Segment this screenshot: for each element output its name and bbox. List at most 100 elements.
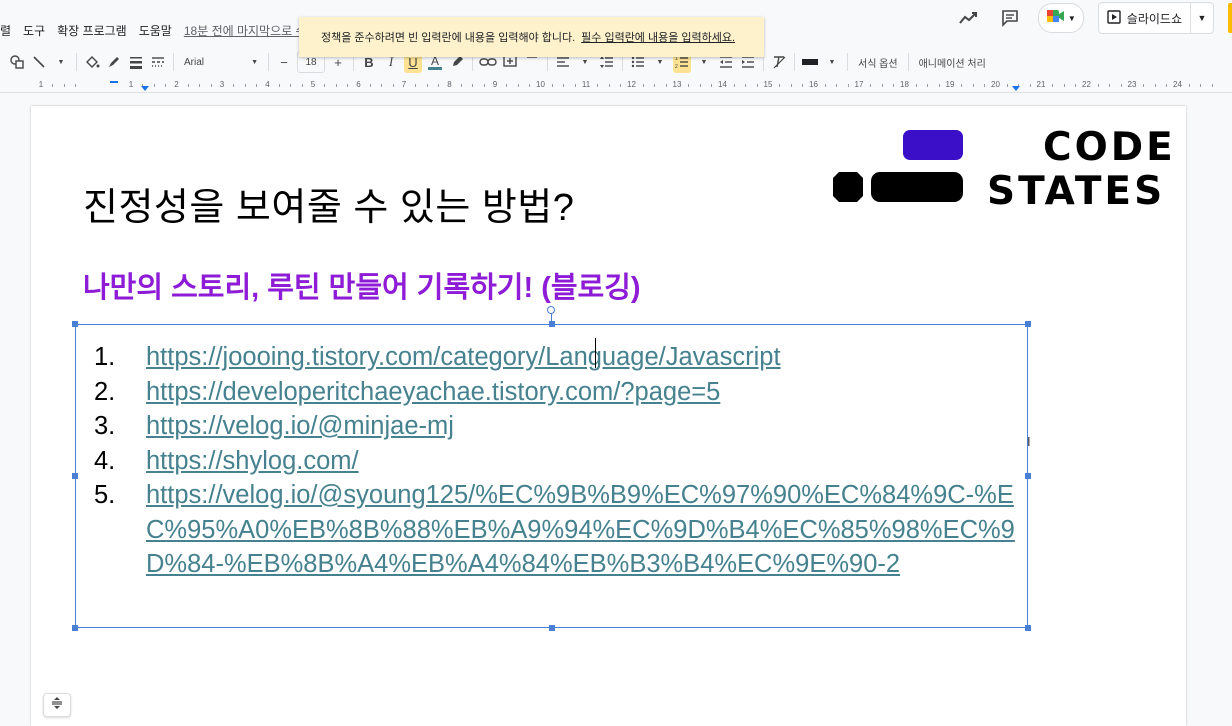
slideshow-button[interactable]: 슬라이드쇼 ▼ (1097, 2, 1214, 34)
ruler-tick (301, 84, 303, 87)
horizontal-ruler[interactable]: 1 1 2 3 4 5 6 7 8 9 10 11 12 13 14 15 16 17 18 19 20 21 22 23 24 (0, 78, 1232, 93)
blog-link[interactable]: https://shylog.com/ (146, 444, 1021, 479)
ruler-tick (972, 84, 974, 87)
border-color-icon[interactable] (105, 51, 123, 73)
slideshow-dropdown-icon[interactable]: ▼ (1191, 3, 1213, 33)
menu-item-extensions[interactable]: 확장 프로그램 (57, 22, 127, 39)
blog-link[interactable]: https://developeritchaeyachae.tistory.co… (146, 375, 1021, 410)
shape-icon[interactable] (8, 51, 26, 73)
resize-handle-e[interactable] (1025, 473, 1031, 479)
list-number: 3. (94, 412, 116, 440)
ruler-tick (347, 84, 349, 87)
autofit-options-button[interactable] (43, 693, 71, 717)
comment-history-icon[interactable] (996, 4, 1024, 32)
ruler-tick (165, 84, 167, 87)
ruler-tick (961, 84, 963, 87)
decrease-font-size-button[interactable]: − (275, 51, 293, 73)
fill-color-icon[interactable] (83, 51, 101, 73)
blog-link[interactable]: https://joooing.tistory.com/category/Lan… (146, 340, 1021, 375)
resize-handle-sw[interactable] (72, 625, 78, 631)
ruler-tick (824, 84, 826, 87)
menu-item-arrange[interactable]: 렬 (0, 22, 11, 39)
activity-dashboard-icon[interactable] (954, 4, 982, 32)
selected-text-box[interactable]: 1. https://joooing.tistory.com/category/… (72, 306, 1031, 631)
ruler-tick (278, 84, 280, 87)
ruler-track: 1 1 2 3 4 5 6 7 8 9 10 11 12 13 14 15 16 17 18 19 20 21 22 23 24 (0, 80, 1232, 91)
ruler-label: 3 (219, 80, 225, 89)
list-number: 2. (94, 377, 116, 406)
ruler-tick (529, 84, 531, 87)
blog-link-list: 1. https://joooing.tistory.com/category/… (94, 340, 1024, 582)
font-select[interactable]: Arial ▼ (180, 51, 262, 73)
list-number: 1. (94, 343, 116, 371)
ruler-tick (1006, 84, 1008, 87)
animate-button[interactable]: 애니메이션 처리 (915, 51, 990, 73)
slide-subtitle[interactable]: 나만의 스토리, 루틴 만들어 기록하기! (블로깅) (83, 264, 641, 306)
ruler-right-indent-marker[interactable] (1012, 86, 1020, 91)
border-weight-icon[interactable] (127, 51, 145, 73)
ruler-tick (1063, 84, 1065, 87)
ruler-tick (790, 84, 792, 87)
ruler-label: 6 (356, 80, 361, 89)
menu-items: 렬 도구 확장 프로그램 도움말 18분 전에 마지막으로 수 (0, 22, 307, 39)
chevron-down-icon: ▼ (251, 58, 258, 66)
slide-title[interactable]: 진정성을 보여줄 수 있는 방법? (83, 176, 574, 231)
play-icon (1107, 9, 1121, 27)
slideshow-main[interactable]: 슬라이드쇼 (1099, 3, 1191, 33)
ruler-tick (802, 84, 804, 87)
rotate-handle[interactable] (547, 306, 555, 314)
resize-handle-s[interactable] (549, 625, 555, 631)
ruler-tick (836, 84, 838, 87)
ruler-tick (654, 84, 656, 87)
resize-handle-se[interactable] (1025, 625, 1031, 631)
ruler-left-indent-marker[interactable] (141, 86, 149, 91)
ruler-label: 24 (1173, 80, 1182, 89)
format-options-button[interactable]: 서식 옵션 (854, 51, 902, 73)
resize-handle-n[interactable] (549, 321, 555, 327)
ruler-tick (574, 84, 576, 87)
ruler-tick (1188, 84, 1190, 87)
ruler-tick (63, 84, 65, 87)
chevron-down-icon[interactable]: ▼ (52, 51, 70, 73)
last-edit-link[interactable]: 18분 전에 마지막으로 수 (184, 22, 307, 39)
logo-line2: STATES (987, 169, 1166, 214)
ruler-label: 10 (536, 80, 545, 89)
resize-handle-w[interactable] (72, 473, 78, 479)
ruler-tick (415, 84, 417, 87)
blog-link[interactable]: https://velog.io/@minjae-mj (146, 409, 1021, 444)
ruler-tick (381, 84, 383, 87)
ruler-tick (779, 84, 781, 87)
slide-canvas: 진정성을 보여줄 수 있는 방법? CODE STATES 나만의 스토리, 루… (0, 93, 1232, 726)
toolbar-divider (847, 53, 848, 71)
menu-item-help[interactable]: 도움말 (139, 22, 172, 39)
border-dash-icon[interactable] (149, 51, 167, 73)
meet-button[interactable]: ▼ (1037, 3, 1084, 33)
ruler-tick (915, 84, 917, 87)
meet-icon (1046, 8, 1066, 29)
ruler-tick (984, 84, 986, 87)
menu-item-tools[interactable]: 도구 (23, 22, 45, 39)
share-button-edge[interactable] (1228, 3, 1232, 33)
slideshow-label: 슬라이드쇼 (1126, 11, 1182, 26)
clear-formatting-icon[interactable] (770, 51, 788, 73)
ruler-tick (244, 84, 246, 87)
ruler-label: 7 (401, 80, 407, 89)
line-icon[interactable] (30, 51, 48, 73)
blog-link[interactable]: https://velog.io/@syoung125/%EC%9B%B9%EC… (146, 478, 1021, 582)
resize-handle-ne[interactable] (1025, 321, 1031, 327)
ruler-tick (688, 84, 690, 87)
ruler-label: 5 (310, 80, 316, 89)
slide[interactable]: 진정성을 보여줄 수 있는 방법? CODE STATES 나만의 스토리, 루… (31, 106, 1186, 726)
resize-handle-nw[interactable] (72, 321, 78, 327)
ruler-tick (881, 84, 883, 87)
ruler-tick (426, 84, 428, 87)
ruler-first-line-indent-marker[interactable] (110, 81, 118, 83)
ruler-label: 2 (174, 80, 179, 89)
ruler-label: 8 (447, 80, 452, 89)
toast-link[interactable]: 필수 입력란에 내용을 입력하세요. (581, 29, 735, 45)
list-item: 5. https://velog.io/@syoung125/%EC%9B%B9… (94, 478, 1024, 582)
ruler-label: 23 (1127, 80, 1137, 89)
ruler-tick (1052, 84, 1054, 87)
chevron-down-icon[interactable]: ▼ (823, 51, 841, 73)
border-style-icon[interactable] (801, 51, 819, 73)
